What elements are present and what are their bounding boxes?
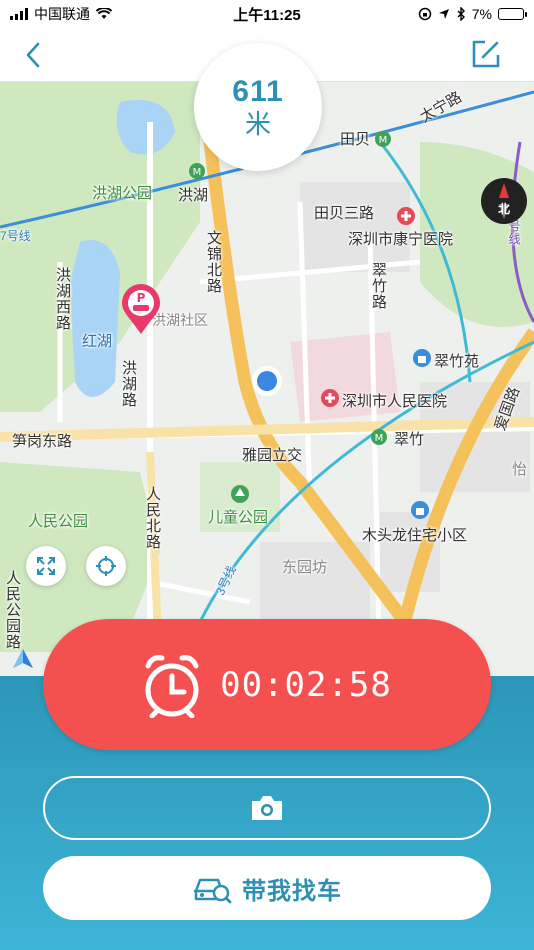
back-button[interactable] (16, 38, 50, 72)
camera-button[interactable] (43, 776, 491, 840)
status-left: 中国联通 (10, 4, 112, 24)
distance-unit: 米 (244, 109, 271, 139)
map-label: 雅园立交 (242, 447, 303, 464)
wifi-icon (96, 8, 112, 19)
battery-icon (498, 8, 527, 20)
current-location-dot (252, 366, 282, 396)
parking-marker-icon[interactable]: P (120, 284, 162, 336)
map-label: 深圳市人民医院 (342, 393, 448, 410)
signal-icon (10, 8, 28, 20)
map-label: 木头龙住宅小区 (362, 527, 468, 544)
status-bar: 中国联通 上午11:25 7% (0, 0, 534, 28)
map-label: 翠竹苑 (434, 353, 480, 370)
map-label: 洪湖 (178, 187, 209, 204)
car-search-icon (194, 878, 232, 904)
svg-text:M: M (193, 167, 202, 178)
map-label: 田贝三路 (314, 205, 375, 222)
timer-value: 00:02:58 (220, 664, 392, 705)
expand-icon (37, 557, 55, 575)
status-right: 7% (418, 6, 527, 22)
find-car-button[interactable]: 带我找车 (43, 856, 491, 920)
bluetooth-icon (457, 7, 465, 21)
map-label: 儿童公园 (208, 509, 269, 526)
find-car-label: 带我找车 (242, 877, 342, 905)
battery-percent: 7% (471, 6, 492, 22)
parking-timer[interactable]: 00:02:58 (43, 619, 491, 750)
distance-indicator: 611 米 (194, 43, 322, 171)
distance-value: 611 (232, 75, 284, 108)
chevron-left-icon (26, 42, 40, 68)
map-label: 翠竹 (394, 431, 425, 448)
map-label: 7号线 (0, 229, 31, 243)
metro-station-icon: M (371, 429, 387, 445)
map-label: 红湖 (82, 333, 113, 350)
map-logo-icon (13, 649, 33, 668)
camera-icon (252, 796, 282, 820)
map-label: 翠竹路 (370, 262, 387, 310)
map-label: 人民北路 (144, 486, 161, 550)
compass-label: 北 (497, 202, 511, 216)
edit-button[interactable] (468, 36, 504, 72)
fullscreen-button[interactable] (26, 546, 66, 586)
metro-station-icon: M (189, 163, 205, 179)
map-label: 东园坊 (282, 559, 328, 576)
map-label: 深圳市康宁医院 (348, 231, 454, 248)
locate-button[interactable] (86, 546, 126, 586)
map-label: 洪湖西路 (54, 267, 71, 331)
residence-icon (411, 501, 429, 519)
map-label: 笋岗东路 (12, 433, 73, 450)
compass[interactable]: 北 (481, 178, 527, 224)
crosshair-icon (96, 556, 116, 576)
edit-square-icon (472, 40, 500, 68)
rotation-lock-icon (418, 7, 432, 21)
map-view[interactable]: 洪湖公园 洪湖 7号线 洪湖西路 红湖 洪湖路 洪湖社区 文锦北路 田贝 太宁路… (0, 82, 534, 682)
carrier-label: 中国联通 (34, 6, 90, 22)
map-label: 文锦北路 (205, 230, 222, 294)
location-arrow-icon (438, 9, 449, 19)
hospital-icon (397, 207, 415, 225)
hospital-icon (321, 389, 339, 407)
map-label: 田贝 (340, 131, 371, 148)
map-label: 洪湖路 (120, 360, 137, 408)
residence-icon (413, 349, 431, 367)
metro-station-icon: M (375, 131, 391, 147)
svg-text:P: P (137, 291, 146, 305)
map-label: 人民公园路 (4, 570, 21, 650)
map-label: 人民公园 (28, 513, 89, 530)
park-icon (231, 485, 249, 503)
map-label: 洪湖公园 (92, 185, 153, 202)
map-label: 怡 (512, 461, 528, 478)
status-time: 上午11:25 (233, 6, 301, 24)
alarm-clock-icon (145, 654, 199, 718)
svg-text:M: M (375, 433, 384, 444)
svg-text:M: M (379, 135, 388, 146)
